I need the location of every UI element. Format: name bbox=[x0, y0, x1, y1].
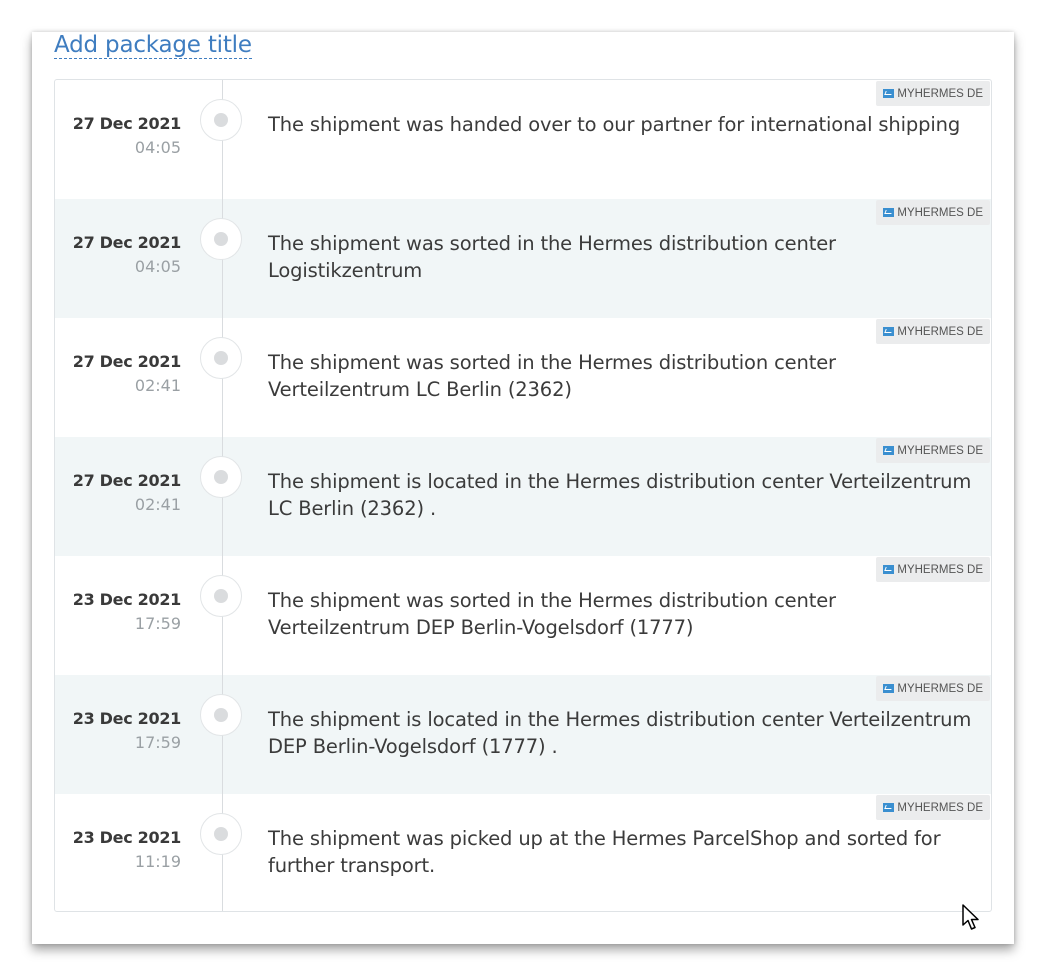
mouse-cursor-icon bbox=[962, 904, 979, 930]
source-badge: MYHERMES DE bbox=[876, 438, 990, 463]
source-label: MYHERMES DE bbox=[897, 87, 983, 100]
event-datetime: 23 Dec 2021 17:59 bbox=[61, 709, 182, 754]
timeline-event: 23 Dec 2021 17:59 The shipment was sorte… bbox=[55, 556, 991, 675]
source-badge: MYHERMES DE bbox=[876, 557, 990, 582]
event-time: 04:05 bbox=[134, 257, 181, 276]
event-date: 23 Dec 2021 bbox=[72, 828, 182, 847]
source-label: MYHERMES DE bbox=[897, 801, 983, 814]
event-description: The shipment was picked up at the Hermes… bbox=[268, 827, 941, 877]
timeline-dot bbox=[200, 694, 242, 736]
event-date: 27 Dec 2021 bbox=[72, 114, 182, 133]
carrier-logo-icon bbox=[883, 565, 895, 574]
event-time: 11:19 bbox=[134, 852, 181, 871]
carrier-logo-icon bbox=[883, 89, 895, 98]
event-datetime: 23 Dec 2021 17:59 bbox=[61, 590, 182, 635]
source-badge: MYHERMES DE bbox=[876, 319, 990, 344]
tracking-timeline: 27 Dec 2021 04:05 The shipment was hande… bbox=[54, 79, 992, 912]
source-label: MYHERMES DE bbox=[897, 325, 983, 338]
timeline-event: 27 Dec 2021 02:41 The shipment is locate… bbox=[55, 437, 991, 556]
source-label: MYHERMES DE bbox=[897, 563, 983, 576]
source-badge: MYHERMES DE bbox=[876, 795, 990, 820]
timeline-event: 27 Dec 2021 04:05 The shipment was sorte… bbox=[55, 199, 991, 318]
add-package-title-link[interactable]: Add package title bbox=[54, 32, 252, 59]
event-description: The shipment was sorted in the Hermes di… bbox=[268, 232, 836, 282]
timeline-dot bbox=[200, 813, 242, 855]
carrier-logo-icon bbox=[883, 684, 895, 693]
event-date: 23 Dec 2021 bbox=[72, 709, 182, 728]
event-datetime: 27 Dec 2021 04:05 bbox=[61, 233, 182, 278]
timeline-dot bbox=[200, 575, 242, 617]
event-description: The shipment is located in the Hermes di… bbox=[268, 470, 972, 520]
timeline-dot bbox=[200, 337, 242, 379]
event-description: The shipment is located in the Hermes di… bbox=[268, 708, 972, 758]
carrier-logo-icon bbox=[883, 327, 895, 336]
event-date: 27 Dec 2021 bbox=[72, 233, 182, 252]
event-date: 27 Dec 2021 bbox=[72, 352, 182, 371]
event-description: The shipment was sorted in the Hermes di… bbox=[268, 589, 836, 639]
carrier-logo-icon bbox=[883, 446, 895, 455]
source-badge: MYHERMES DE bbox=[876, 81, 990, 106]
source-label: MYHERMES DE bbox=[897, 682, 983, 695]
event-datetime: 27 Dec 2021 02:41 bbox=[61, 352, 182, 397]
event-datetime: 23 Dec 2021 11:19 bbox=[61, 828, 182, 873]
event-date: 27 Dec 2021 bbox=[72, 471, 182, 490]
timeline-event: 27 Dec 2021 04:05 The shipment was hande… bbox=[55, 80, 991, 199]
event-time: 02:41 bbox=[134, 376, 181, 395]
carrier-logo-icon bbox=[883, 208, 895, 217]
event-datetime: 27 Dec 2021 04:05 bbox=[61, 114, 182, 159]
event-time: 04:05 bbox=[134, 138, 181, 157]
source-badge: MYHERMES DE bbox=[876, 200, 990, 225]
event-description: The shipment was sorted in the Hermes di… bbox=[268, 351, 836, 401]
timeline-dot bbox=[200, 99, 242, 141]
event-time: 02:41 bbox=[134, 495, 181, 514]
timeline-event: 23 Dec 2021 17:59 The shipment is locate… bbox=[55, 675, 991, 794]
event-time: 17:59 bbox=[134, 614, 181, 633]
timeline-dot bbox=[200, 218, 242, 260]
event-description: The shipment was handed over to our part… bbox=[268, 113, 961, 136]
event-datetime: 27 Dec 2021 02:41 bbox=[61, 471, 182, 516]
event-time: 17:59 bbox=[134, 733, 181, 752]
timeline-event: 23 Dec 2021 11:19 The shipment was picke… bbox=[55, 794, 991, 911]
source-badge: MYHERMES DE bbox=[876, 676, 990, 701]
tracking-card: Add package title 27 Dec 2021 04:05 The … bbox=[32, 32, 1014, 944]
source-label: MYHERMES DE bbox=[897, 444, 983, 457]
timeline-dot bbox=[200, 456, 242, 498]
timeline-event: 27 Dec 2021 02:41 The shipment was sorte… bbox=[55, 318, 991, 437]
source-label: MYHERMES DE bbox=[897, 206, 983, 219]
event-date: 23 Dec 2021 bbox=[72, 590, 182, 609]
carrier-logo-icon bbox=[883, 803, 895, 812]
